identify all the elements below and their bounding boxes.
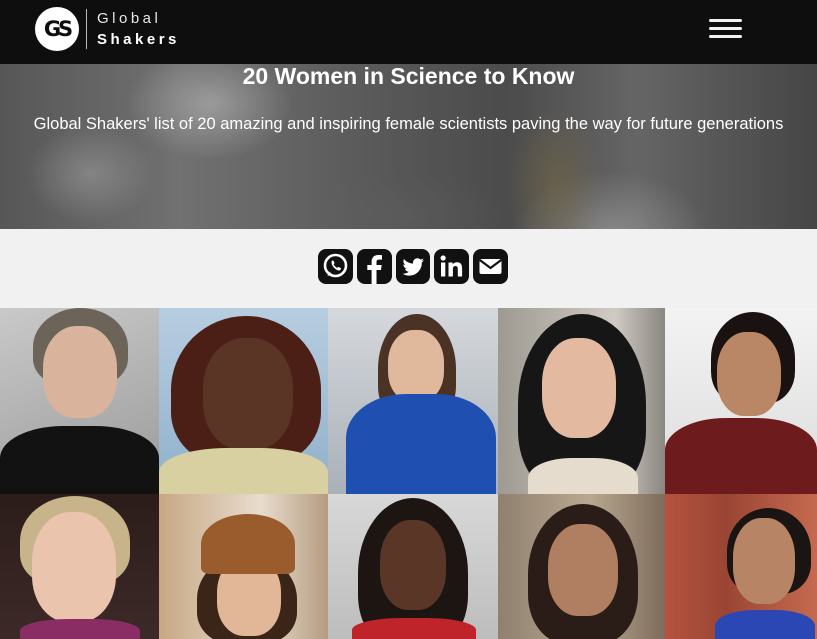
logo-divider <box>86 9 87 49</box>
menu-bar-line <box>709 19 742 22</box>
menu-bar-line <box>709 27 742 30</box>
email-icon[interactable] <box>473 249 508 284</box>
logo-mark-text: GS <box>43 17 73 41</box>
scientist-photo[interactable] <box>159 308 328 494</box>
scientist-photo[interactable] <box>665 308 817 494</box>
scientist-photo[interactable] <box>328 494 498 639</box>
share-bar <box>0 229 817 308</box>
menu-bar-line <box>709 35 742 38</box>
hero-banner: 20 Women in Science to Know Global Shake… <box>0 64 817 229</box>
scientist-photo[interactable] <box>328 308 498 494</box>
scientist-photo[interactable] <box>498 494 665 639</box>
brand-name-line2[interactable]: Shakers <box>97 31 180 48</box>
scientist-photo[interactable] <box>0 308 159 494</box>
linkedin-icon[interactable] <box>434 249 470 284</box>
twitter-icon[interactable] <box>395 249 431 284</box>
global-shakers-logo-icon[interactable]: GS <box>35 7 79 51</box>
scientist-photo[interactable] <box>159 494 328 639</box>
share-icons <box>318 249 508 285</box>
page-subtitle: Global Shakers' list of 20 amazing and i… <box>33 115 784 133</box>
hamburger-menu-icon[interactable] <box>704 16 746 46</box>
brand-name-line1[interactable]: Global <box>97 10 161 27</box>
scientist-photo[interactable] <box>498 308 665 494</box>
scientist-photo[interactable] <box>0 494 159 639</box>
scientist-photo[interactable] <box>665 494 817 639</box>
whatsapp-icon[interactable] <box>318 249 353 284</box>
scientist-photo-grid <box>0 308 817 639</box>
facebook-icon[interactable] <box>356 249 392 284</box>
page-title: 20 Women in Science to Know <box>242 64 575 89</box>
top-navigation-bar: GS Global Shakers <box>0 0 817 64</box>
